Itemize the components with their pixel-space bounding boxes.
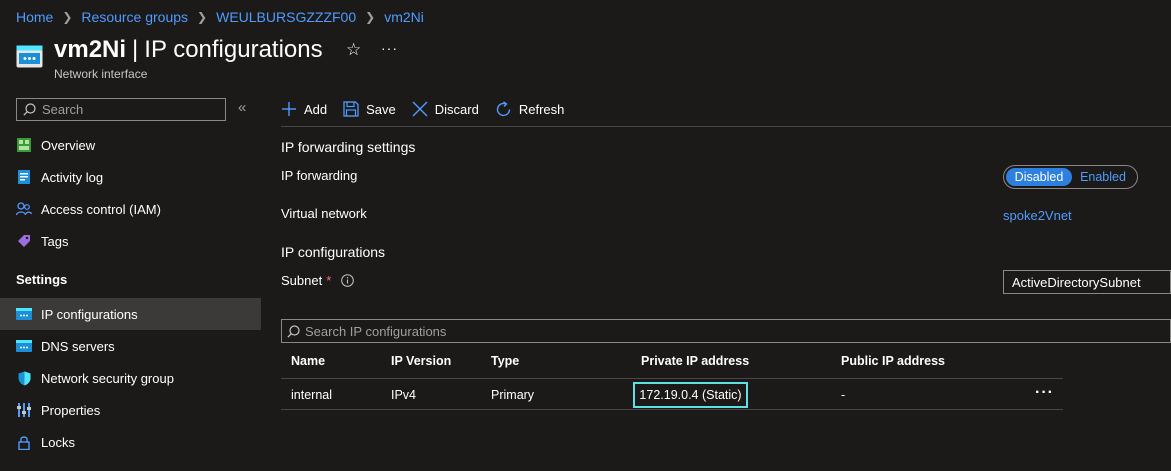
sidebar-item-network-security-group[interactable]: Network security group bbox=[0, 362, 261, 394]
refresh-button[interactable]: Refresh bbox=[495, 100, 565, 118]
breadcrumb-resource-group[interactable]: WEULBURSGZZZF00 bbox=[216, 9, 356, 25]
search-icon bbox=[287, 324, 300, 338]
sidebar-item-label: IP configurations bbox=[41, 306, 138, 322]
dns-icon bbox=[16, 338, 32, 354]
sidebar-item-label: Access control (IAM) bbox=[41, 201, 161, 217]
sidebar-item-activity-log[interactable]: Activity log bbox=[0, 161, 261, 193]
ip-config-search-input[interactable] bbox=[305, 323, 1005, 339]
sidebar-item-label: Overview bbox=[41, 137, 96, 153]
star-icon[interactable]: ☆ bbox=[346, 40, 361, 60]
ip-configurations-heading: IP configurations bbox=[281, 244, 386, 260]
page-name: IP configurations bbox=[144, 36, 323, 63]
row-more-options-icon[interactable]: ··· bbox=[1035, 384, 1054, 402]
refresh-label: Refresh bbox=[518, 101, 565, 117]
iam-icon bbox=[16, 201, 32, 217]
discard-button[interactable]: Discard bbox=[412, 101, 479, 117]
sidebar-item-label: Tags bbox=[41, 233, 69, 249]
subnet-label: Subnet bbox=[281, 273, 323, 288]
sidebar-item-locks[interactable]: Locks bbox=[0, 426, 261, 458]
breadcrumb-resource[interactable]: vm2Ni bbox=[384, 9, 424, 25]
breadcrumb: Home ❯ Resource groups ❯ WEULBURSGZZZF00… bbox=[16, 8, 424, 26]
ip-config-icon bbox=[16, 306, 32, 322]
page-title: vm2Ni | IP configurations bbox=[54, 36, 323, 64]
plus-icon bbox=[281, 101, 297, 117]
chevron-right-icon: ❯ bbox=[197, 10, 208, 24]
sidebar-item-tags[interactable]: Tags bbox=[0, 225, 261, 257]
column-header-type[interactable]: Type bbox=[491, 354, 519, 368]
table-row-divider bbox=[281, 409, 1063, 410]
sidebar-search-input[interactable] bbox=[42, 102, 212, 117]
toolbar-divider bbox=[281, 126, 1171, 127]
cell-type: Primary bbox=[491, 388, 535, 402]
save-button[interactable]: Save bbox=[343, 101, 396, 117]
sidebar-search[interactable] bbox=[16, 98, 226, 121]
resource-name: vm2Ni bbox=[54, 36, 127, 63]
cell-public-ip: - bbox=[841, 388, 846, 402]
save-icon bbox=[343, 101, 359, 117]
close-icon bbox=[412, 101, 428, 117]
activity-log-icon bbox=[16, 169, 32, 185]
info-icon[interactable] bbox=[341, 274, 355, 287]
add-label: Add bbox=[304, 101, 328, 117]
sidebar-item-properties[interactable]: Properties bbox=[0, 394, 261, 426]
column-header-name[interactable]: Name bbox=[291, 354, 325, 368]
sidebar-item-iam[interactable]: Access control (IAM) bbox=[0, 193, 261, 225]
subnet-selected-value: ActiveDirectorySubnet bbox=[1012, 274, 1141, 290]
toggle-enabled-option[interactable]: Enabled bbox=[1072, 168, 1134, 186]
search-icon bbox=[23, 103, 36, 116]
column-header-public-ip[interactable]: Public IP address bbox=[841, 354, 945, 368]
lock-icon bbox=[16, 434, 32, 450]
virtual-network-label: Virtual network bbox=[281, 206, 367, 221]
sidebar-item-label: Network security group bbox=[41, 370, 174, 386]
sidebar-item-overview[interactable]: Overview bbox=[0, 129, 261, 161]
title-separator: | bbox=[132, 36, 139, 63]
column-header-ip-version[interactable]: IP Version bbox=[391, 354, 451, 368]
add-button[interactable]: Add bbox=[281, 101, 327, 117]
discard-label: Discard bbox=[434, 101, 479, 117]
virtual-network-link[interactable]: spoke2Vnet bbox=[1003, 208, 1072, 223]
more-options-icon[interactable]: ··· bbox=[381, 40, 398, 56]
table-header-divider bbox=[281, 378, 1063, 379]
sidebar-item-label: DNS servers bbox=[41, 338, 115, 354]
ip-config-search[interactable] bbox=[281, 319, 1171, 343]
sidebar-item-ip-configurations[interactable]: IP configurations bbox=[0, 298, 261, 330]
refresh-icon bbox=[495, 100, 512, 118]
save-label: Save bbox=[366, 101, 396, 117]
sidebar-item-dns-servers[interactable]: DNS servers bbox=[0, 330, 261, 362]
toggle-disabled-option[interactable]: Disabled bbox=[1006, 168, 1072, 186]
subnet-label-group: Subnet * bbox=[281, 273, 355, 288]
sidebar-section-settings: Settings bbox=[16, 272, 68, 287]
ip-forwarding-label: IP forwarding bbox=[281, 168, 358, 183]
overview-icon bbox=[16, 137, 32, 153]
breadcrumb-home[interactable]: Home bbox=[16, 9, 53, 25]
sidebar-item-label: Activity log bbox=[41, 169, 104, 185]
command-bar: Add Save Discard Refresh bbox=[281, 96, 580, 122]
chevron-right-icon: ❯ bbox=[62, 10, 73, 24]
required-marker: * bbox=[326, 273, 332, 288]
page-subtitle: Network interface bbox=[54, 67, 148, 81]
cell-ip-version: IPv4 bbox=[391, 388, 417, 402]
ip-forwarding-settings-heading: IP forwarding settings bbox=[281, 139, 416, 155]
cell-name[interactable]: internal bbox=[291, 388, 332, 402]
properties-icon bbox=[16, 402, 32, 418]
column-header-private-ip[interactable]: Private IP address bbox=[641, 354, 749, 368]
subnet-dropdown[interactable]: ActiveDirectorySubnet bbox=[1003, 270, 1171, 294]
sidebar-item-label: Locks bbox=[41, 434, 75, 450]
chevron-right-icon: ❯ bbox=[365, 10, 376, 24]
tag-icon bbox=[16, 233, 32, 249]
ip-forwarding-toggle[interactable]: Disabled Enabled bbox=[1003, 165, 1138, 189]
network-interface-icon bbox=[16, 45, 43, 68]
breadcrumb-resource-groups[interactable]: Resource groups bbox=[81, 9, 188, 25]
collapse-sidebar-icon[interactable]: « bbox=[238, 99, 246, 116]
cell-private-ip: 172.19.0.4 (Static) bbox=[633, 382, 748, 408]
sidebar-item-label: Properties bbox=[41, 402, 101, 418]
shield-icon bbox=[16, 370, 32, 386]
